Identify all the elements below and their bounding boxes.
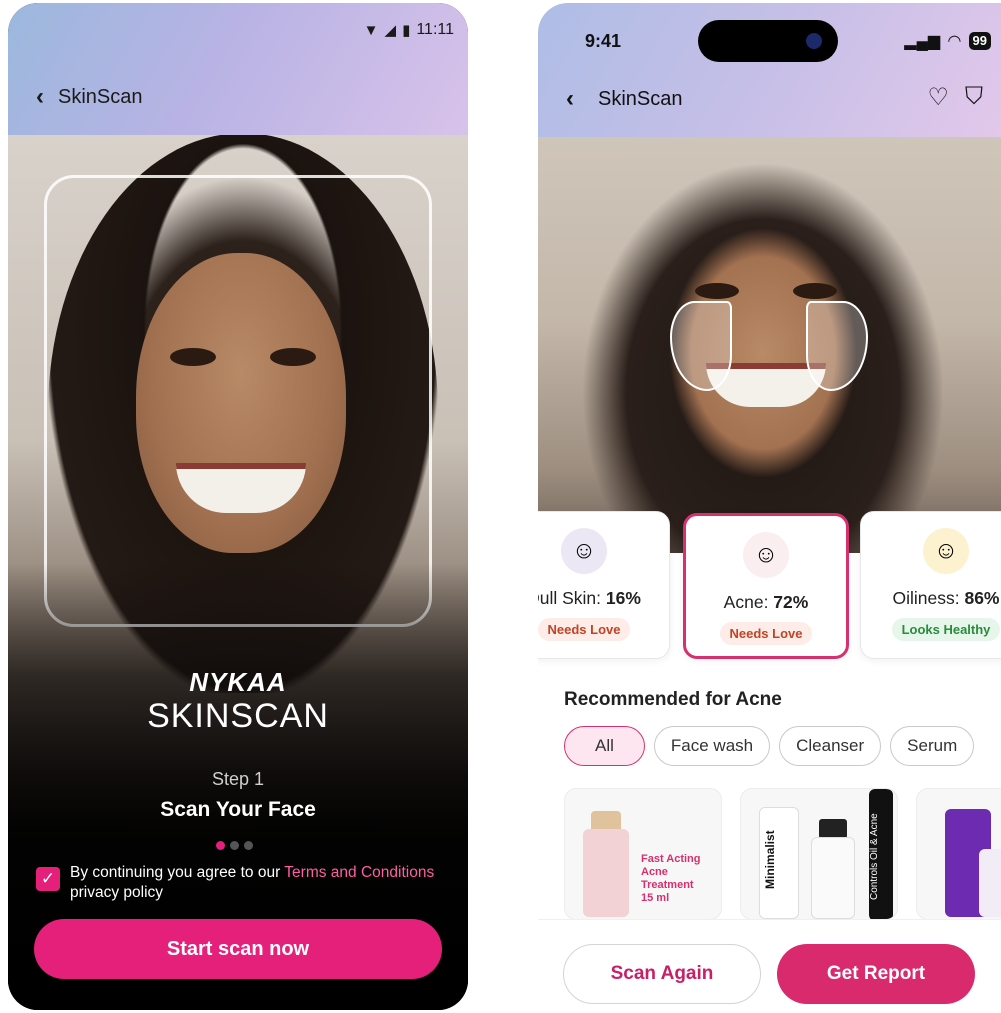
status-time: 11:11: [416, 21, 454, 38]
status-badge: Needs Love: [538, 618, 631, 641]
product-card[interactable]: Fast Acting Acne Treatment 15 ml: [564, 788, 722, 920]
face-photo: [538, 133, 1001, 553]
product-tagline: Controls Oil & Acne: [869, 813, 880, 901]
consent-checkbox[interactable]: ✓: [36, 867, 60, 891]
status-icons: ▂▄▆ ◠ 99: [904, 31, 991, 51]
acne-zone-right: [806, 301, 868, 391]
page-title: SkinScan: [598, 87, 683, 110]
status-bar: ▼ ◢ ▮ 11:11: [364, 21, 454, 39]
acne-zone-left: [670, 301, 732, 391]
metric-name: Dull Skin: [538, 588, 597, 608]
metric-value: 86%: [964, 588, 1000, 608]
consent-row: ✓ By continuing you agree to our Terms a…: [36, 863, 436, 903]
product-label: Fast Acting Acne Treatment 15 ml: [641, 853, 721, 905]
product-brand: Minimalist: [763, 830, 777, 889]
filter-chip-cleanser[interactable]: Cleanser: [779, 726, 882, 766]
oiliness-icon: ☺: [923, 528, 969, 574]
scan-again-button[interactable]: Scan Again: [563, 944, 761, 1004]
scan-frame: [44, 175, 432, 627]
eye-left: [695, 283, 739, 299]
step-indicator: [216, 841, 253, 850]
scan-intro-screen: ▼ ◢ ▮ 11:11 ‹ SkinScan NYKAA SKINSCAN St…: [8, 3, 468, 1010]
metric-name: Acne: [723, 592, 764, 612]
wifi-icon: ▼: [363, 21, 379, 39]
metric-name: Oiliness: [892, 588, 955, 608]
step-dot: [244, 841, 253, 850]
page-title: SkinScan: [58, 85, 143, 108]
skinscan-logo: SKINSCAN: [147, 697, 329, 735]
acne-icon: ☺: [743, 532, 789, 578]
heart-icon[interactable]: ♡: [927, 83, 949, 112]
filter-chips: All Face wash Cleanser Serum: [564, 726, 975, 766]
metric-label: Acne: 72%: [723, 592, 809, 612]
signal-icon: ▂▄▆: [904, 33, 941, 50]
step-title: Scan Your Face: [160, 798, 316, 821]
product-bottle: [811, 837, 855, 919]
status-badge: Needs Love: [719, 622, 813, 645]
get-report-button[interactable]: Get Report: [777, 944, 975, 1004]
start-scan-button[interactable]: Start scan now: [34, 919, 442, 979]
battery-icon: 99: [968, 32, 991, 50]
nykaa-logo: NYKAA: [189, 667, 287, 697]
product-title: Fast Acting: [641, 853, 701, 865]
back-icon[interactable]: ‹: [566, 85, 574, 113]
metric-cards: ☺ Dull Skin: 16% Needs Love ☺ Acne: 72% …: [538, 511, 1001, 661]
step-dot: [230, 841, 239, 850]
dynamic-island: [698, 20, 838, 62]
status-badge: Looks Healthy: [891, 618, 1001, 641]
consent-suffix: privacy policy: [70, 884, 164, 901]
consent-text: By continuing you agree to our Terms and…: [70, 863, 436, 903]
metric-label: Oiliness: 86%: [892, 588, 1000, 608]
metric-label: Dull Skin: 16%: [538, 588, 669, 609]
action-bar: Scan Again Get Report: [538, 919, 1001, 1010]
step-label: Step 1: [211, 769, 265, 789]
metric-value: 72%: [773, 592, 809, 612]
camera-icon: [806, 33, 822, 49]
dull-skin-icon: ☺: [561, 528, 607, 574]
metric-card-dull-skin[interactable]: ☺ Dull Skin: 16% Needs Love: [538, 511, 670, 659]
recommended-title: Recommended for Acne: [564, 689, 782, 710]
header: ‹ SkinScan: [36, 83, 143, 111]
battery-icon: ▮: [402, 22, 411, 39]
back-icon[interactable]: ‹: [36, 83, 44, 111]
filter-chip-all[interactable]: All: [564, 726, 645, 766]
product-card[interactable]: [916, 788, 1001, 920]
status-time: 9:41: [585, 31, 622, 51]
product-card[interactable]: Minimalist Controls Oil & Acne: [740, 788, 898, 920]
terms-link[interactable]: Terms and Conditions: [284, 864, 434, 881]
filter-chip-face-wash[interactable]: Face wash: [653, 726, 771, 766]
header-actions: ♡ ⛉: [927, 83, 983, 112]
product-bottle: [979, 849, 1001, 917]
eye-right: [793, 283, 837, 299]
consent-prefix: By continuing you agree to our: [70, 864, 285, 881]
metric-card-acne[interactable]: ☺ Acne: 72% Needs Love: [683, 513, 849, 659]
header: ‹ SkinScan: [566, 85, 683, 113]
product-subtitle: Acne Treatment: [641, 866, 694, 891]
product-size: 15 ml: [641, 892, 670, 904]
scan-result-screen: 9:41 ▂▄▆ ◠ 99 ‹ SkinScan ♡ ⛉ ☺ Dull Skin…: [538, 3, 1001, 1010]
step-dot-active: [216, 841, 225, 850]
product-bottle: [583, 829, 629, 917]
metric-card-oiliness[interactable]: ☺ Oiliness: 86% Looks Healthy: [860, 511, 1001, 659]
filter-chip-serum[interactable]: Serum: [890, 726, 975, 766]
bag-icon[interactable]: ⛉: [965, 83, 983, 112]
signal-icon: ◢: [384, 22, 397, 39]
product-carousel: Fast Acting Acne Treatment 15 ml Minimal…: [564, 788, 1001, 920]
bottle-cap: [819, 819, 847, 839]
metric-value: 16%: [605, 588, 641, 608]
wifi-icon: ◠: [948, 33, 961, 50]
